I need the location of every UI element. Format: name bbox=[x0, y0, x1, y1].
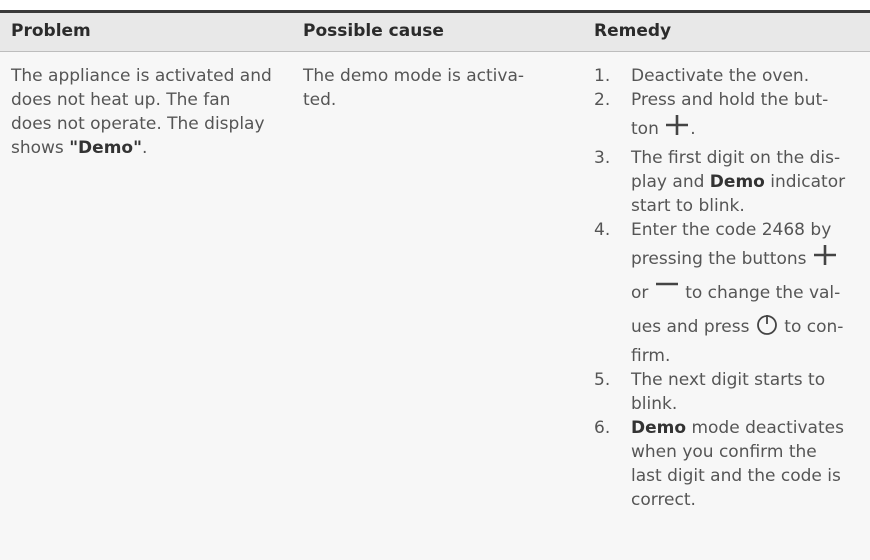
step-text: or bbox=[631, 283, 654, 303]
step-line: The first digit on the dis- bbox=[631, 148, 841, 168]
step-line: The next digit starts to bbox=[631, 370, 826, 390]
step-line: Enter the code 2468 by bbox=[631, 220, 832, 240]
step-number: 6. bbox=[594, 418, 611, 438]
remedy-step-2: 2. Press and hold the but- ton . bbox=[594, 88, 866, 146]
cause-line-1: The demo mode is activa- bbox=[303, 66, 524, 86]
plus-icon bbox=[666, 115, 689, 135]
step-text: Deactivate the oven. bbox=[631, 66, 810, 86]
table-row: The appliance is activated and does not … bbox=[0, 52, 870, 560]
header-possible-cause: Possible cause bbox=[303, 21, 444, 41]
step-number: 2. bbox=[594, 90, 611, 110]
step-line: Demo mode deactivates bbox=[631, 416, 866, 440]
remedy-step-6: 6. Demo mode deactivates when you confir… bbox=[594, 416, 866, 512]
step-line: play and Demo indicator bbox=[631, 170, 866, 194]
plus-icon bbox=[813, 245, 836, 265]
step-number: 1. bbox=[594, 66, 611, 86]
step-line: or to change the val- bbox=[631, 276, 866, 310]
step-text: ues and press bbox=[631, 317, 755, 337]
remedy-step-3: 3. The first digit on the dis- play and … bbox=[594, 146, 866, 218]
remedy-step-5: 5. The next digit starts to blink. bbox=[594, 368, 866, 416]
step-number: 5. bbox=[594, 370, 611, 390]
header-problem: Problem bbox=[11, 21, 91, 41]
step-line: pressing the buttons bbox=[631, 242, 866, 276]
step-line: when you confirm the bbox=[631, 442, 817, 462]
step-number: 4. bbox=[594, 220, 611, 240]
step-line: blink. bbox=[631, 394, 678, 414]
troubleshooting-table: Problem Possible cause Remedy The applia… bbox=[0, 0, 870, 560]
cause-line-2: ted. bbox=[303, 90, 337, 110]
header-remedy: Remedy bbox=[594, 21, 672, 41]
step-line: correct. bbox=[631, 490, 696, 510]
step-line: Press and hold the but- bbox=[631, 90, 829, 110]
step-text: pressing the buttons bbox=[631, 249, 812, 269]
step-number: 3. bbox=[594, 148, 611, 168]
step-line: last digit and the code is bbox=[631, 466, 841, 486]
step-text: to change the val- bbox=[679, 283, 841, 303]
step-text-end: . bbox=[690, 119, 696, 139]
step-text: indicator bbox=[764, 172, 846, 192]
remedy-cell: 1. Deactivate the oven. 2. Press and hol… bbox=[594, 64, 866, 512]
power-icon bbox=[756, 315, 777, 335]
minus-icon bbox=[655, 282, 678, 286]
step-text: play and bbox=[631, 172, 710, 192]
problem-cell: The appliance is activated and does not … bbox=[11, 64, 276, 160]
step-text: mode deactivates bbox=[686, 418, 844, 438]
step-line: firm. bbox=[631, 346, 671, 366]
problem-display-demo: "Demo" bbox=[69, 138, 142, 158]
demo-label: Demo bbox=[709, 172, 765, 192]
remedy-step-1: 1. Deactivate the oven. bbox=[594, 64, 866, 88]
step-line: ton . bbox=[631, 112, 866, 146]
step-text: to con- bbox=[778, 317, 844, 337]
table-header: Problem Possible cause Remedy bbox=[0, 13, 870, 52]
step-text: ton bbox=[631, 119, 659, 139]
demo-label: Demo bbox=[631, 418, 687, 438]
cause-cell: The demo mode is activa- ted. bbox=[303, 64, 568, 112]
remedy-step-4: 4. Enter the code 2468 by pressing the b… bbox=[594, 218, 866, 368]
step-line: ues and press to con- bbox=[631, 310, 866, 344]
problem-end: . bbox=[141, 138, 148, 158]
remedy-steps: 1. Deactivate the oven. 2. Press and hol… bbox=[594, 64, 866, 512]
step-line: start to blink. bbox=[631, 196, 745, 216]
